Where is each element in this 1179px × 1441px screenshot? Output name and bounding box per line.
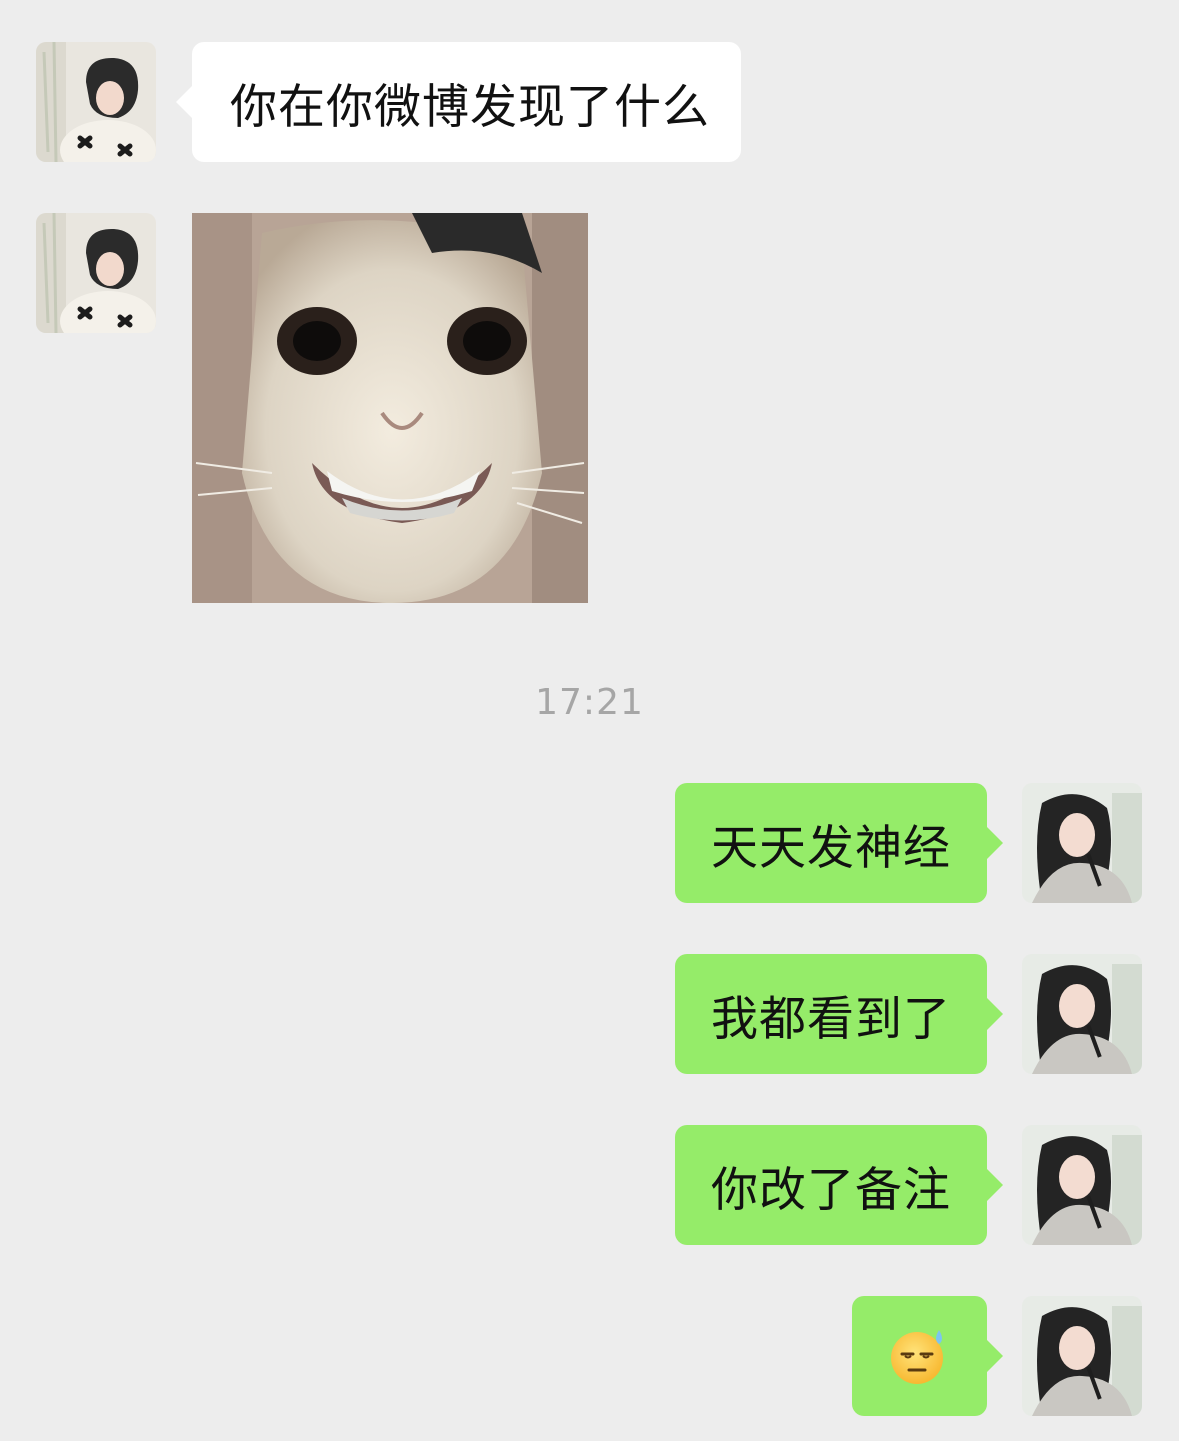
grinning-cat-face-sticker[interactable] bbox=[192, 213, 588, 603]
outgoing-message-bubble[interactable]: 天天发神经 bbox=[675, 783, 1003, 903]
message-text: 你改了备注 bbox=[711, 1162, 951, 1218]
my-avatar[interactable] bbox=[1022, 954, 1142, 1074]
sticker-image bbox=[192, 213, 588, 603]
message-text: 你在你微博发现了什么 bbox=[230, 79, 710, 135]
contact-avatar[interactable] bbox=[36, 42, 156, 162]
my-avatar-image bbox=[1022, 1296, 1142, 1416]
message-text: 我都看到了 bbox=[711, 991, 951, 1047]
my-avatar-image bbox=[1022, 1125, 1142, 1245]
outgoing-message-bubble[interactable]: 你改了备注 bbox=[675, 1125, 1003, 1245]
my-avatar[interactable] bbox=[1022, 783, 1142, 903]
my-avatar-image bbox=[1022, 783, 1142, 903]
outgoing-message-bubble[interactable]: 我都看到了 bbox=[675, 954, 1003, 1074]
my-avatar-image bbox=[1022, 954, 1142, 1074]
outgoing-emoji-bubble[interactable] bbox=[852, 1296, 1003, 1416]
message-timestamp: 17:21 bbox=[535, 682, 644, 723]
my-avatar[interactable] bbox=[1022, 1296, 1142, 1416]
contact-avatar[interactable] bbox=[36, 213, 156, 333]
incoming-message-bubble[interactable]: 你在你微博发现了什么 bbox=[176, 42, 741, 162]
unamused-face-with-sweat-icon bbox=[889, 1326, 949, 1386]
contact-avatar-image bbox=[36, 42, 156, 162]
my-avatar[interactable] bbox=[1022, 1125, 1142, 1245]
message-text: 天天发神经 bbox=[711, 820, 951, 876]
contact-avatar-image bbox=[36, 213, 156, 333]
